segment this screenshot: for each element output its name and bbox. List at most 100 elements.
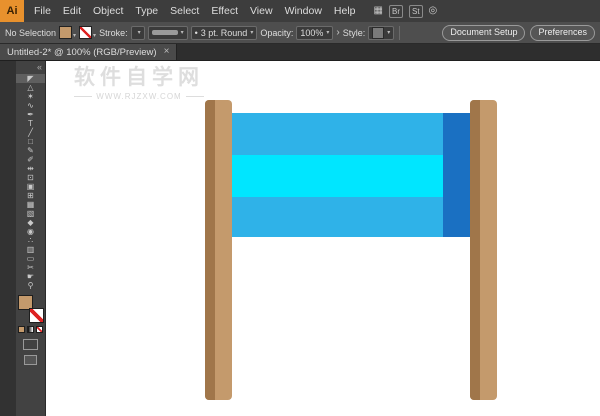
style-dropdown[interactable]: ▾ (368, 26, 394, 40)
none-button[interactable] (36, 326, 43, 333)
mesh-tool[interactable]: ▦ (16, 200, 45, 209)
menu-bar: Ai File Edit Object Type Select Effect V… (0, 0, 600, 22)
width-tool[interactable]: ⇹ (16, 164, 45, 173)
stroke-width-dropdown[interactable]: ▾ (131, 26, 145, 40)
chevron-down-icon: ▾ (138, 30, 141, 36)
menu-edit[interactable]: Edit (57, 0, 87, 22)
separator (399, 26, 400, 40)
symbol-sprayer-tool[interactable]: ∴ (16, 236, 45, 245)
perspective-grid-tool[interactable]: ⊞ (16, 191, 45, 200)
selection-tool[interactable]: ◤ (16, 74, 45, 83)
toolbar-stroke-swatch[interactable] (29, 308, 44, 323)
close-icon[interactable]: × (164, 47, 170, 57)
banner-stripe-top[interactable] (232, 113, 470, 155)
selection-status-label: No Selection (5, 28, 56, 38)
brush-dot-icon: • (195, 28, 198, 38)
tools-collapse-icon[interactable]: « (16, 61, 45, 74)
artboard-tool[interactable]: ▭ (16, 254, 45, 263)
color-button[interactable] (18, 326, 25, 333)
gradient-button[interactable] (27, 326, 34, 333)
left-post[interactable] (205, 100, 232, 400)
width-profile-preview (152, 30, 178, 35)
illustrator-window: Ai File Edit Object Type Select Effect V… (0, 0, 600, 416)
line-segment-tool[interactable]: ╱ (16, 128, 45, 137)
opacity-panel-chevron[interactable]: › (336, 28, 339, 38)
control-bar: No Selection ▾ ▾ Stroke: ▾ ▾ • 3 pt. Rou… (0, 22, 600, 44)
stroke-label: Stroke: (99, 28, 128, 38)
column-graph-tool[interactable]: ▥ (16, 245, 45, 254)
menu-file[interactable]: File (28, 0, 57, 22)
blend-tool[interactable]: ◉ (16, 227, 45, 236)
brushes-panel-badge[interactable]: Br (389, 5, 403, 18)
brush-definition-value: 3 pt. Round (201, 28, 248, 38)
menu-select[interactable]: Select (164, 0, 205, 22)
style-swatch (372, 27, 384, 39)
free-transform-tool[interactable]: ⊡ (16, 173, 45, 182)
document-tab[interactable]: Untitled-2* @ 100% (RGB/Preview) × (0, 44, 177, 60)
brush-definition-dropdown[interactable]: • 3 pt. Round ▾ (191, 26, 258, 40)
right-post-shade (470, 100, 480, 400)
preferences-button[interactable]: Preferences (530, 25, 595, 41)
direct-selection-tool[interactable]: △ (16, 83, 45, 92)
circle-icon[interactable]: ◎ (429, 6, 438, 16)
pencil-tool[interactable]: ✐ (16, 155, 45, 164)
watermark: 软件自学网 WWW.RJZXW.COM (74, 61, 204, 101)
menu-effect[interactable]: Effect (205, 0, 244, 22)
control-bar-buttons: Document Setup Preferences (442, 25, 595, 41)
slice-tool[interactable]: ✂ (16, 263, 45, 272)
menu-help[interactable]: Help (328, 0, 362, 22)
right-post[interactable] (470, 100, 497, 400)
fill-caret-icon: ▾ (73, 33, 76, 39)
banner-stripe-middle[interactable] (232, 155, 470, 197)
chevron-down-icon: ▾ (181, 30, 184, 36)
stroke-caret-icon: ▾ (93, 33, 96, 39)
watermark-title: 软件自学网 (74, 61, 204, 91)
opacity-dropdown[interactable]: 100% ▾ (296, 26, 333, 40)
style-label: Style: (343, 28, 366, 38)
zoom-tool[interactable]: ⚲ (16, 281, 45, 290)
shape-builder-tool[interactable]: ▣ (16, 182, 45, 191)
chevron-down-icon: ▾ (387, 30, 390, 36)
left-post-shade (205, 100, 215, 400)
arrange-documents-icon[interactable]: ▦ (374, 6, 383, 16)
tools-panel: « ◤ △ ✶ ∿ ✒ T ╱ □ ✎ ✐ ⇹ ⊡ ▣ ⊞ ▦ ▧ ◆ ◉ ∴ … (16, 61, 46, 416)
color-mode-buttons (16, 326, 45, 333)
banner-stripe-bottom[interactable] (232, 197, 470, 237)
menu-window[interactable]: Window (279, 0, 328, 22)
variable-width-profile-dropdown[interactable]: ▾ (148, 26, 188, 40)
pen-tool[interactable]: ✒ (16, 110, 45, 119)
eyedropper-tool[interactable]: ◆ (16, 218, 45, 227)
type-tool[interactable]: T (16, 119, 45, 128)
app-logo[interactable]: Ai (0, 0, 24, 22)
gradient-tool[interactable]: ▧ (16, 209, 45, 218)
document-title: Untitled-2* @ 100% (RGB/Preview) (7, 47, 157, 58)
document-setup-button[interactable]: Document Setup (442, 25, 525, 41)
toolbar-extras (16, 339, 45, 365)
graphic-styles-panel-badge[interactable]: St (409, 5, 423, 18)
stroke-none-swatch[interactable] (79, 26, 92, 39)
stroke-color-control[interactable]: ▾ (79, 26, 96, 39)
artboard-canvas[interactable]: 软件自学网 WWW.RJZXW.COM (46, 61, 600, 416)
hand-tool[interactable]: ☛ (16, 272, 45, 281)
menu-type[interactable]: Type (129, 0, 164, 22)
opacity-label: Opacity: (260, 28, 293, 38)
paintbrush-tool[interactable]: ✎ (16, 146, 45, 155)
chevron-down-icon: ▾ (326, 30, 329, 36)
opacity-value: 100% (300, 28, 323, 38)
menu-right-icons: ▦ Br St ◎ (374, 5, 438, 18)
watermark-url: WWW.RJZXW.COM (74, 92, 204, 101)
rectangle-tool[interactable]: □ (16, 137, 45, 146)
app-frame-edge (0, 61, 16, 416)
lasso-tool[interactable]: ∿ (16, 101, 45, 110)
banner-right-end[interactable] (443, 113, 470, 237)
magic-wand-tool[interactable]: ✶ (16, 92, 45, 101)
menu-object[interactable]: Object (87, 0, 129, 22)
document-tab-bar: Untitled-2* @ 100% (RGB/Preview) × (0, 44, 600, 61)
fill-stroke-swatches (18, 295, 44, 323)
fill-color-swatch[interactable] (59, 26, 72, 39)
chevron-down-icon: ▾ (250, 30, 253, 36)
screen-mode-button[interactable] (24, 355, 37, 365)
drawing-mode-button[interactable] (23, 339, 38, 350)
menu-view[interactable]: View (244, 0, 279, 22)
fill-color-control[interactable]: ▾ (59, 26, 76, 39)
